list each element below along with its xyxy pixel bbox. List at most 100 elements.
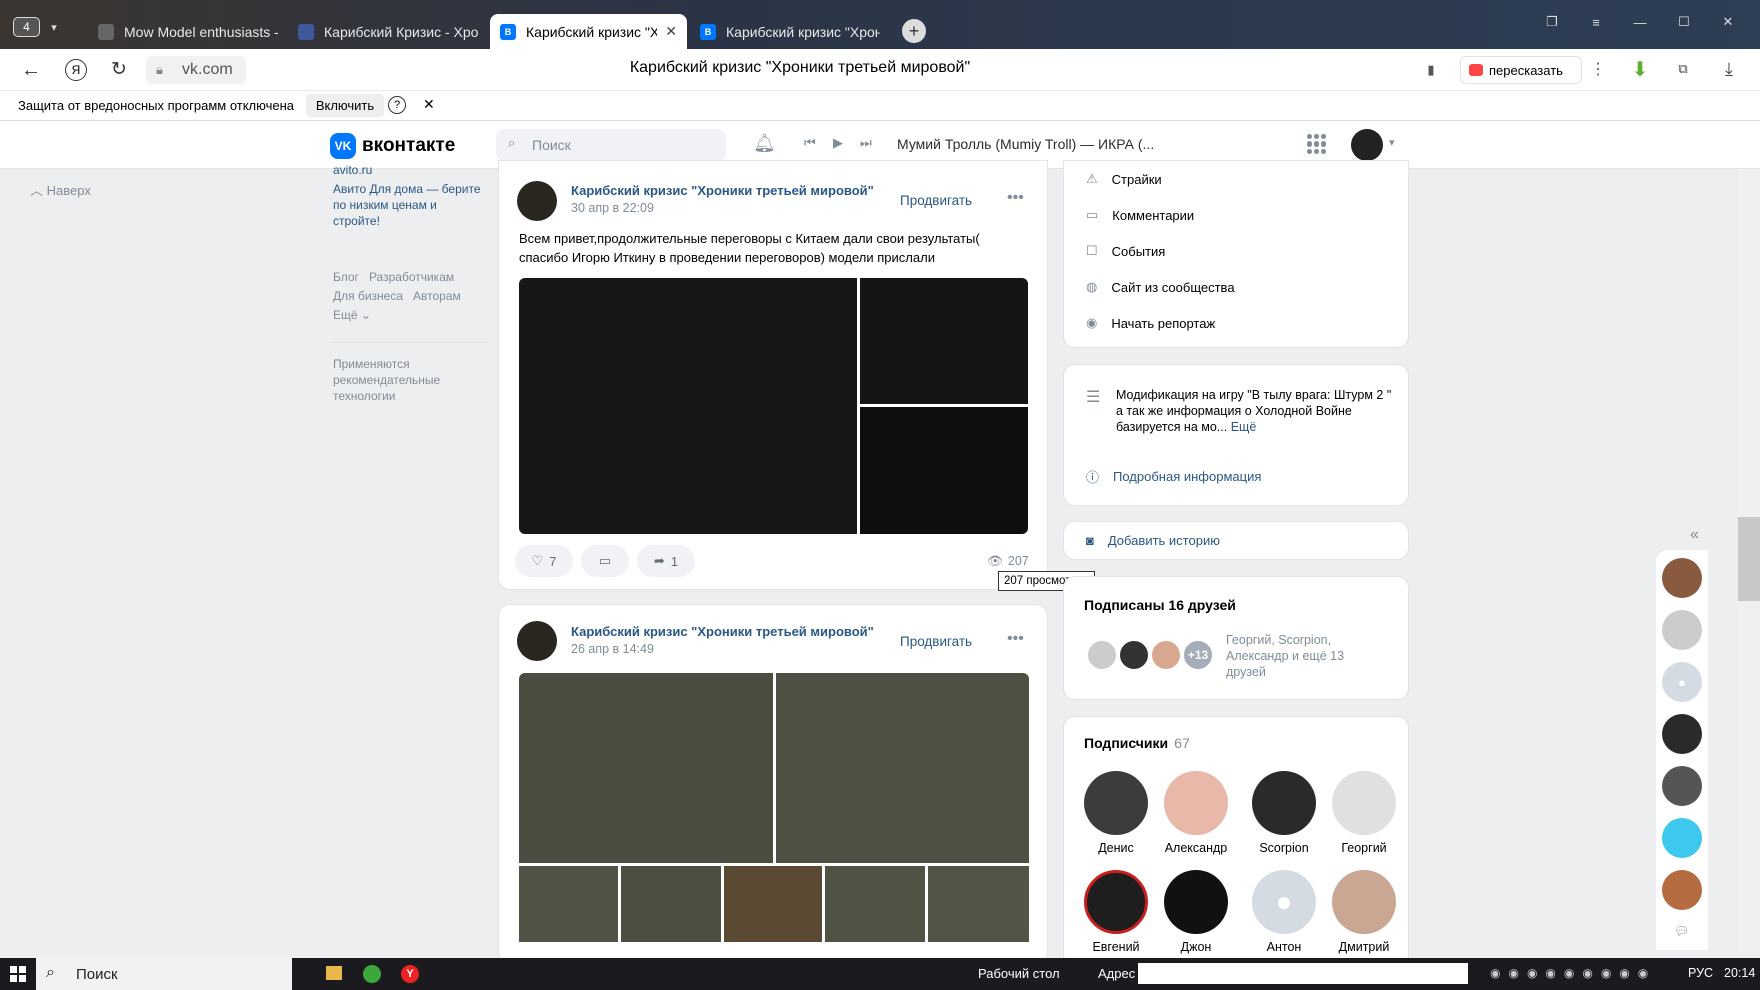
retell-button[interactable]: пересказать (1460, 56, 1582, 84)
link-business[interactable]: Для бизнеса (333, 289, 403, 303)
more-vertical-icon[interactable]: ⋮ (1590, 59, 1606, 79)
tab-counter[interactable]: 4 (13, 17, 40, 37)
collapse-icon[interactable]: « (1690, 526, 1699, 544)
post-photo[interactable] (519, 866, 618, 942)
avatar[interactable] (1351, 129, 1383, 161)
chat-avatar[interactable] (1662, 558, 1702, 598)
link-more[interactable]: Ещё (333, 308, 358, 322)
menu-item-events[interactable]: ☐ События (1086, 243, 1165, 259)
next-track-icon[interactable]: ⏭ (860, 135, 872, 151)
bookmarks-icon[interactable]: ❐ (1542, 12, 1562, 32)
post-photo[interactable] (621, 866, 721, 942)
taskbar-search[interactable]: ⌕ Поиск (36, 958, 292, 990)
play-icon[interactable]: ▶ (833, 135, 843, 151)
subscriber-item[interactable]: Денис (1084, 771, 1148, 855)
close-icon[interactable]: ✕ (665, 23, 677, 40)
explorer-icon[interactable] (326, 966, 342, 980)
url-box[interactable]: 🔒︎ vk.com (146, 56, 246, 84)
post-photo[interactable] (519, 673, 773, 863)
minimize-icon[interactable]: — (1630, 12, 1650, 32)
chat-avatar[interactable] (1662, 870, 1702, 910)
tab-4[interactable]: В Карибский кризис "Хрон (690, 14, 880, 49)
clock[interactable]: 20:14 (1724, 966, 1755, 980)
maximize-icon[interactable]: ☐ (1674, 12, 1694, 32)
language-indicator[interactable]: РУС (1688, 966, 1713, 980)
share-button[interactable]: ➦ 1 (637, 545, 695, 577)
menu-item-broadcast[interactable]: ◉ Начать репортаж (1086, 315, 1215, 331)
friend-avatar[interactable] (1086, 639, 1118, 671)
downloads-icon[interactable]: ⤓ (1718, 58, 1740, 80)
tab-1[interactable]: Mow Model enthusiasts - ... (88, 14, 278, 49)
post-author[interactable]: Карибский кризис "Хроники третьей мирово… (571, 183, 874, 198)
subscriber-item[interactable]: Евгений (1076, 870, 1156, 954)
user-placeholder-icon[interactable]: ● (1662, 662, 1702, 702)
prev-track-icon[interactable]: ⏮ (804, 135, 816, 151)
rec-tech-note[interactable]: Применяются рекомендательные технологии (333, 356, 458, 404)
menu-item-site[interactable]: ◍ Сайт из сообщества (1086, 279, 1235, 295)
yandex-icon[interactable]: Я (65, 59, 87, 81)
chevron-down-icon[interactable]: ▾ (1389, 136, 1395, 149)
like-button[interactable]: ♡ 7 (515, 545, 573, 577)
menu-item-comments[interactable]: ▭ Комментарии (1086, 207, 1194, 223)
enable-protection-button[interactable]: Включить (306, 94, 384, 117)
address-toolbar-input[interactable] (1138, 963, 1468, 984)
subscribers-title[interactable]: Подписчики 67 (1084, 735, 1190, 751)
now-playing[interactable]: Мумий Тролль (Mumiy Troll) — ИКРА (... (897, 136, 1154, 152)
details-link[interactable]: ⓘ Подробная информация (1086, 467, 1261, 486)
tab-3-active[interactable]: В Карибский кризис "Хр ✕ (490, 14, 687, 49)
post-photo[interactable] (928, 866, 1029, 942)
post-photo[interactable] (860, 407, 1028, 534)
add-story-button[interactable]: ◙ Добавить историю (1086, 533, 1220, 548)
post-date[interactable]: 30 апр в 22:09 (571, 201, 654, 215)
ad-site[interactable]: avito.ru (333, 163, 372, 177)
windows-start-icon[interactable] (10, 966, 26, 982)
about-more-link[interactable]: Ещё (1231, 420, 1257, 434)
chat-avatar[interactable] (1662, 610, 1702, 650)
menu-icon[interactable]: ≡ (1586, 12, 1606, 32)
post-date[interactable]: 26 апр в 14:49 (571, 642, 654, 656)
subscriber-item[interactable]: Александр (1156, 771, 1236, 855)
group-avatar[interactable] (517, 621, 557, 661)
post-photo[interactable] (519, 278, 857, 534)
menu-item-strikes[interactable]: ⚠ Страйки (1086, 171, 1162, 187)
post-photo[interactable] (776, 673, 1029, 863)
search-input[interactable]: ⌕ Поиск (496, 129, 726, 161)
bell-icon[interactable]: 🔔︎ (753, 133, 776, 154)
link-authors[interactable]: Авторам (413, 289, 461, 303)
promote-button[interactable]: Продвигать (900, 634, 972, 649)
post-photo[interactable] (724, 866, 822, 942)
link-developers[interactable]: Разработчикам (369, 270, 454, 284)
group-avatar[interactable] (517, 181, 557, 221)
subscriber-item[interactable]: Джон (1156, 870, 1236, 954)
tab-2[interactable]: Карибский Кризис - Хрон (288, 14, 478, 49)
subscriber-item[interactable]: ● Антон (1244, 870, 1324, 954)
add-story-card[interactable]: ◙ Добавить историю (1063, 521, 1409, 560)
link-blog[interactable]: Блог (333, 270, 359, 284)
chat-avatar[interactable] (1662, 714, 1702, 754)
scrollbar-thumb[interactable] (1738, 517, 1760, 601)
vk-logo[interactable]: VK вконтакте (330, 133, 455, 159)
friends-more-badge[interactable]: +13 (1182, 639, 1214, 671)
app-icon[interactable] (363, 965, 381, 983)
reload-icon[interactable]: ↻ (108, 58, 130, 80)
chat-avatar[interactable] (1662, 818, 1702, 858)
friends-title[interactable]: Подписаны 16 друзей (1084, 597, 1236, 613)
close-window-icon[interactable]: ✕ (1718, 12, 1738, 32)
apps-grid-icon[interactable] (1307, 134, 1327, 154)
friends-text[interactable]: Георгий, Scorpion, Александр и ещё 13 др… (1226, 632, 1386, 680)
friend-avatar[interactable] (1150, 639, 1182, 671)
post-photo[interactable] (825, 866, 925, 942)
bookmark-icon[interactable]: ▮ (1423, 60, 1439, 80)
more-icon[interactable]: ••• (1007, 189, 1024, 207)
back-arrow-icon[interactable]: ← (20, 59, 42, 81)
desktop-toolbar[interactable]: Рабочий стол (978, 966, 1060, 981)
chat-avatar[interactable] (1662, 766, 1702, 806)
comment-button[interactable]: ▭ (581, 545, 629, 577)
help-icon[interactable]: ? (388, 96, 406, 114)
scrollbar[interactable] (1738, 169, 1760, 958)
download-ext-icon[interactable]: ⬇ (1628, 57, 1652, 81)
promote-button[interactable]: Продвигать (900, 193, 972, 208)
tray-icons[interactable]: ◉◉◉◉◉◉◉◉◉ (1490, 966, 1656, 980)
yandex-browser-icon[interactable]: Y (401, 965, 419, 983)
more-icon[interactable]: ••• (1007, 630, 1024, 648)
